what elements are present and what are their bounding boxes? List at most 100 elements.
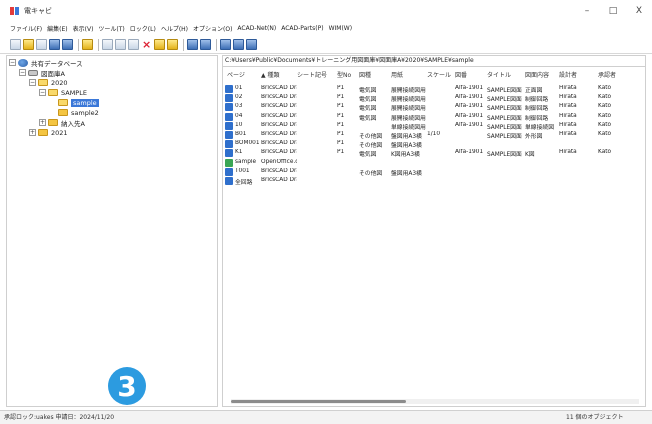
properties-icon[interactable] xyxy=(246,39,257,50)
column-header-title[interactable]: タイトル xyxy=(487,70,511,79)
folder-icon xyxy=(38,129,48,136)
cell-paper: 展開接続図用 xyxy=(391,97,426,104)
cell-page[interactable]: 02 xyxy=(235,94,259,100)
cell-type: BricsCAD Drav xyxy=(261,131,297,137)
expand-icon[interactable]: + xyxy=(39,119,46,126)
delete-icon[interactable]: × xyxy=(141,39,152,50)
lock-status-text: 承認ロック:uakes 申請日：2024/11/20 xyxy=(4,414,115,421)
collapse-icon[interactable]: − xyxy=(19,69,26,76)
print-icon[interactable] xyxy=(49,39,60,50)
preview-icon[interactable] xyxy=(62,39,73,50)
tree-node-sample-folder[interactable]: − SAMPLE xyxy=(39,88,87,97)
tree-node-2020[interactable]: − 2020 xyxy=(29,78,68,87)
cell-title: SAMPLE図面 xyxy=(487,134,522,140)
cell-model: P1 xyxy=(337,85,345,91)
column-header-model[interactable]: 型No xyxy=(337,70,351,79)
menu-help[interactable]: ヘルプ(H) xyxy=(161,24,188,33)
cell-page[interactable]: BOM001 xyxy=(235,140,259,146)
cell-page[interactable]: 04 xyxy=(235,113,259,119)
cad-drawing-icon xyxy=(225,140,233,149)
menu-options[interactable]: オプション(O) xyxy=(193,24,232,33)
list-view-icon[interactable] xyxy=(220,39,231,50)
column-header-scale[interactable]: スケール xyxy=(427,70,451,79)
cell-approver: Kato xyxy=(598,112,612,119)
minimize-button[interactable]: – xyxy=(574,0,600,22)
cell-page[interactable]: K1 xyxy=(235,149,259,155)
register-icon[interactable] xyxy=(154,39,165,50)
cell-paper: 展開接続図用 xyxy=(391,88,426,94)
detail-view-icon[interactable] xyxy=(233,39,244,50)
tree-node-sample2[interactable]: sample2 xyxy=(58,108,99,117)
tree-node-2021[interactable]: + 2021 xyxy=(29,128,68,137)
drawing-db-icon xyxy=(28,69,38,76)
column-header-paper[interactable]: 用紙 xyxy=(391,70,403,79)
tree-node-nonyu[interactable]: + 納入先A xyxy=(39,118,85,128)
cell-approver: Kato xyxy=(598,149,612,156)
tree-node-db[interactable]: − 図面庫A xyxy=(19,68,65,78)
path-bar: C:¥Users¥Public¥Documents¥トレーニング用図面庫¥図面庫… xyxy=(222,55,646,66)
cell-title: SAMPLE図面 xyxy=(487,97,522,104)
cell-page[interactable]: B01 xyxy=(235,131,259,137)
cell-approver: Kato xyxy=(598,121,612,128)
cell-type: BricsCAD Drav xyxy=(261,149,297,156)
menu-edit[interactable]: 編集(E) xyxy=(47,24,67,33)
cell-type: BricsCAD Drav xyxy=(261,112,297,119)
toolbar-divider xyxy=(98,38,99,51)
open-folder-icon[interactable] xyxy=(23,39,34,50)
save-icon[interactable] xyxy=(36,39,47,50)
menu-file[interactable]: ファイル(F) xyxy=(10,24,42,33)
toolbar: × xyxy=(0,36,652,54)
cell-title: SAMPLE図面 xyxy=(487,88,522,94)
close-button[interactable]: X xyxy=(626,0,652,22)
expand-icon[interactable]: + xyxy=(29,129,36,136)
menu-lock[interactable]: ロック(L) xyxy=(130,24,156,33)
cell-page[interactable]: sample xyxy=(235,159,259,165)
tree-label-db: 図面庫A xyxy=(41,69,65,78)
menu-wim[interactable]: WIM(W) xyxy=(329,25,353,32)
new-file-icon[interactable] xyxy=(10,39,21,50)
column-header-designer[interactable]: 設計者 xyxy=(559,70,577,79)
title-bar: 電キャビ – □ X xyxy=(0,0,652,22)
cell-page[interactable]: 10 xyxy=(235,122,259,128)
copy-icon[interactable] xyxy=(115,39,126,50)
cell-page[interactable]: T001 xyxy=(235,168,259,174)
lock-icon[interactable] xyxy=(200,39,211,50)
folder-icon xyxy=(58,109,68,116)
menu-acad-parts[interactable]: ACAD-Parts(P) xyxy=(281,25,323,32)
column-header-approver[interactable]: 承認者 xyxy=(598,70,616,79)
column-header-sheet[interactable]: シート記号 xyxy=(297,70,327,79)
folder-up-icon[interactable] xyxy=(82,39,93,50)
scrollbar-thumb[interactable] xyxy=(231,400,406,403)
column-header-type[interactable]: ▲ 種類 xyxy=(261,70,280,79)
cell-paper: K図用A3横 xyxy=(391,152,420,159)
file-list[interactable]: ページ ▲ 種類 シート記号 型No 図種 用紙 スケール 図番 タイトル 図面内容 設計者 承認者 0… xyxy=(222,66,646,407)
column-header-page[interactable]: ページ xyxy=(227,70,245,79)
cell-title: SAMPLE図面 xyxy=(487,115,522,122)
cell-model: P1 xyxy=(337,94,345,101)
column-header-content[interactable]: 図面内容 xyxy=(525,70,549,79)
paste-icon[interactable] xyxy=(128,39,139,50)
folder-tree[interactable]: − 共有データベース − 図面庫A − 2020 − SAMPLE sample… xyxy=(6,55,218,407)
menu-view[interactable]: 表示(V) xyxy=(73,24,94,33)
column-header-number[interactable]: 図番 xyxy=(455,70,467,79)
search-icon[interactable] xyxy=(187,39,198,50)
collapse-icon[interactable]: − xyxy=(9,59,16,66)
menu-tools[interactable]: ツール(T) xyxy=(98,24,124,33)
cad-drawing-icon xyxy=(225,131,233,139)
tree-node-root[interactable]: − 共有データベース xyxy=(9,58,83,68)
cell-designer: Hirata xyxy=(559,131,577,137)
cell-model: P1 xyxy=(337,149,345,156)
horizontal-scrollbar[interactable] xyxy=(231,399,639,404)
collapse-icon[interactable]: − xyxy=(29,79,36,86)
cell-designer: Hirata xyxy=(559,103,577,110)
column-header-kind[interactable]: 図種 xyxy=(359,70,371,79)
tree-node-sample[interactable]: sample xyxy=(58,98,99,107)
collapse-icon[interactable]: − xyxy=(39,89,46,96)
cell-page[interactable]: 03 xyxy=(235,103,259,109)
cut-icon[interactable] xyxy=(102,39,113,50)
menu-acad-net[interactable]: ACAD-Net(N) xyxy=(237,25,276,32)
checkout-icon[interactable] xyxy=(167,39,178,50)
maximize-button[interactable]: □ xyxy=(600,0,626,22)
cell-page[interactable]: 01 xyxy=(235,85,259,91)
cell-page[interactable]: 全回路 xyxy=(235,177,259,186)
